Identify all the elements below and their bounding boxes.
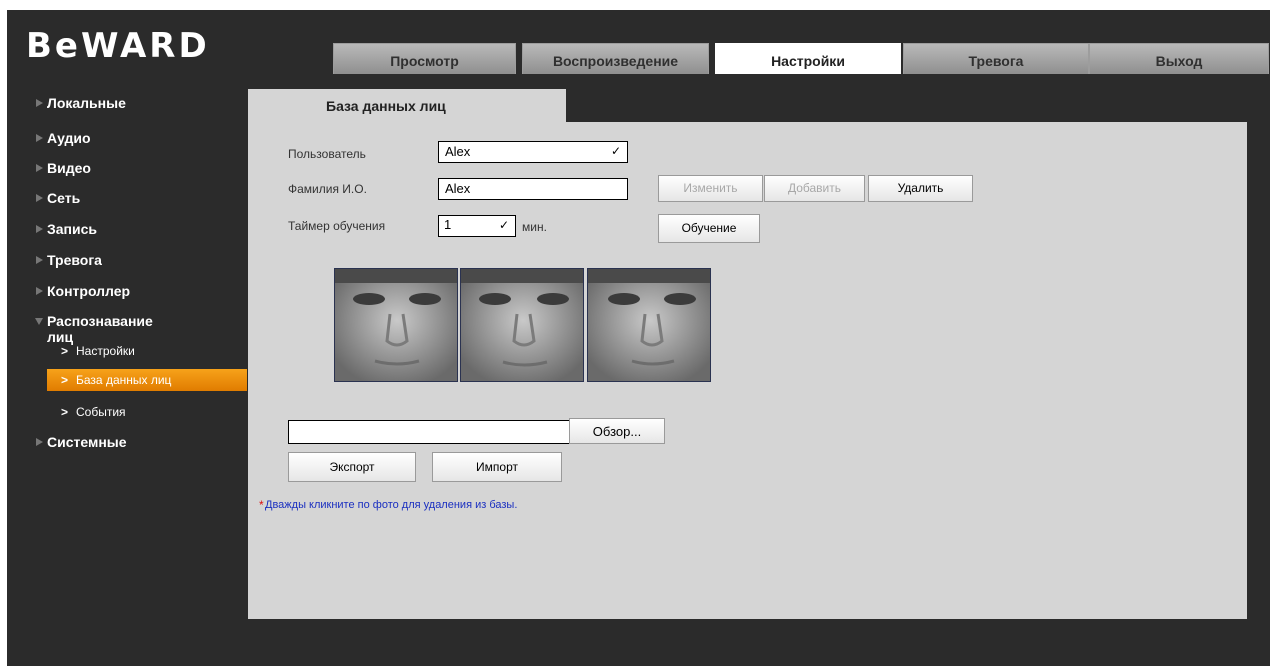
- sidebar-item-label: Локальные: [47, 95, 126, 111]
- sidebar-subitem-face-db[interactable]: > База данных лиц: [47, 369, 247, 391]
- chevron-right-icon: >: [61, 405, 69, 419]
- delete-hint-note: Дважды кликните по фото для удаления из …: [265, 499, 518, 511]
- face-photo[interactable]: [334, 268, 458, 382]
- triangle-down-icon: [35, 318, 43, 325]
- triangle-right-icon: [36, 287, 43, 295]
- user-label: Пользователь: [288, 147, 366, 161]
- triangle-right-icon: [36, 99, 43, 107]
- timer-unit: мин.: [522, 220, 547, 234]
- sidebar-subitem-settings[interactable]: > Настройки: [47, 340, 247, 362]
- sidebar-subitem-label: Настройки: [76, 344, 135, 358]
- sidebar-subitem-label: События: [76, 405, 126, 419]
- sidebar-item-label: Контроллер: [47, 283, 131, 299]
- note-asterisk: *: [259, 498, 264, 512]
- face-photo[interactable]: [587, 268, 711, 382]
- timer-label: Таймер обучения: [288, 219, 386, 233]
- timer-select-value: 1: [444, 217, 452, 232]
- sidebar-item-alarm[interactable]: Тревога: [36, 252, 102, 268]
- tab-exit[interactable]: Выход: [1089, 43, 1269, 74]
- sidebar-item-label: Тревога: [47, 252, 102, 268]
- tab-view[interactable]: Просмотр: [333, 43, 516, 74]
- face-image: [335, 269, 457, 381]
- chevron-right-icon: >: [61, 373, 69, 387]
- chevron-down-icon: ✓: [498, 218, 509, 232]
- face-image: [461, 269, 583, 381]
- tab-playback[interactable]: Воспроизведение: [522, 43, 709, 74]
- face-image: [588, 269, 710, 381]
- import-button[interactable]: Импорт: [432, 452, 562, 482]
- sidebar-item-system[interactable]: Системные: [36, 434, 127, 450]
- beward-logo: BeWARD: [26, 26, 210, 66]
- section-title: База данных лиц: [326, 98, 446, 114]
- triangle-right-icon: [36, 164, 43, 172]
- sidebar-item-label: Аудио: [47, 130, 91, 146]
- tab-settings[interactable]: Настройки: [715, 43, 901, 74]
- change-button[interactable]: Изменить: [658, 175, 763, 202]
- triangle-right-icon: [36, 194, 43, 202]
- export-button[interactable]: Экспорт: [288, 452, 416, 482]
- sidebar-item-network[interactable]: Сеть: [36, 190, 81, 206]
- sidebar-item-controller[interactable]: Контроллер: [36, 283, 131, 299]
- section-tab: База данных лиц: [248, 89, 566, 122]
- sidebar-subitem-events[interactable]: > События: [47, 401, 247, 423]
- name-label: Фамилия И.О.: [288, 182, 367, 196]
- browse-button[interactable]: Обзор...: [569, 418, 665, 444]
- sidebar-item-video[interactable]: Видео: [36, 160, 91, 176]
- tab-alarm[interactable]: Тревога: [903, 43, 1089, 74]
- face-photo[interactable]: [460, 268, 584, 382]
- triangle-right-icon: [36, 438, 43, 446]
- sidebar-item-label: Запись: [47, 221, 98, 237]
- train-button[interactable]: Обучение: [658, 214, 760, 243]
- app-frame: BeWARD Просмотр Воспроизведение Настройк…: [7, 10, 1270, 666]
- triangle-right-icon: [36, 225, 43, 233]
- delete-button[interactable]: Удалить: [868, 175, 973, 202]
- triangle-right-icon: [36, 134, 43, 142]
- file-path-input[interactable]: [288, 420, 570, 444]
- add-button[interactable]: Добавить: [764, 175, 865, 202]
- sidebar-item-label: Сеть: [47, 190, 81, 206]
- timer-select[interactable]: 1 ✓: [438, 215, 516, 237]
- user-select[interactable]: Alex ✓: [438, 141, 628, 163]
- triangle-right-icon: [36, 256, 43, 264]
- user-select-value: Alex: [445, 144, 471, 159]
- chevron-down-icon: ✓: [610, 144, 621, 158]
- sidebar-item-label: Системные: [47, 434, 127, 450]
- sidebar-subitem-label: База данных лиц: [76, 373, 172, 387]
- sidebar-item-label: Видео: [47, 160, 91, 176]
- chevron-right-icon: >: [61, 344, 69, 358]
- sidebar-item-record[interactable]: Запись: [36, 221, 98, 237]
- sidebar-item-audio[interactable]: Аудио: [36, 130, 91, 146]
- name-input[interactable]: Alex: [438, 178, 628, 200]
- sidebar-item-local[interactable]: Локальные: [36, 95, 126, 111]
